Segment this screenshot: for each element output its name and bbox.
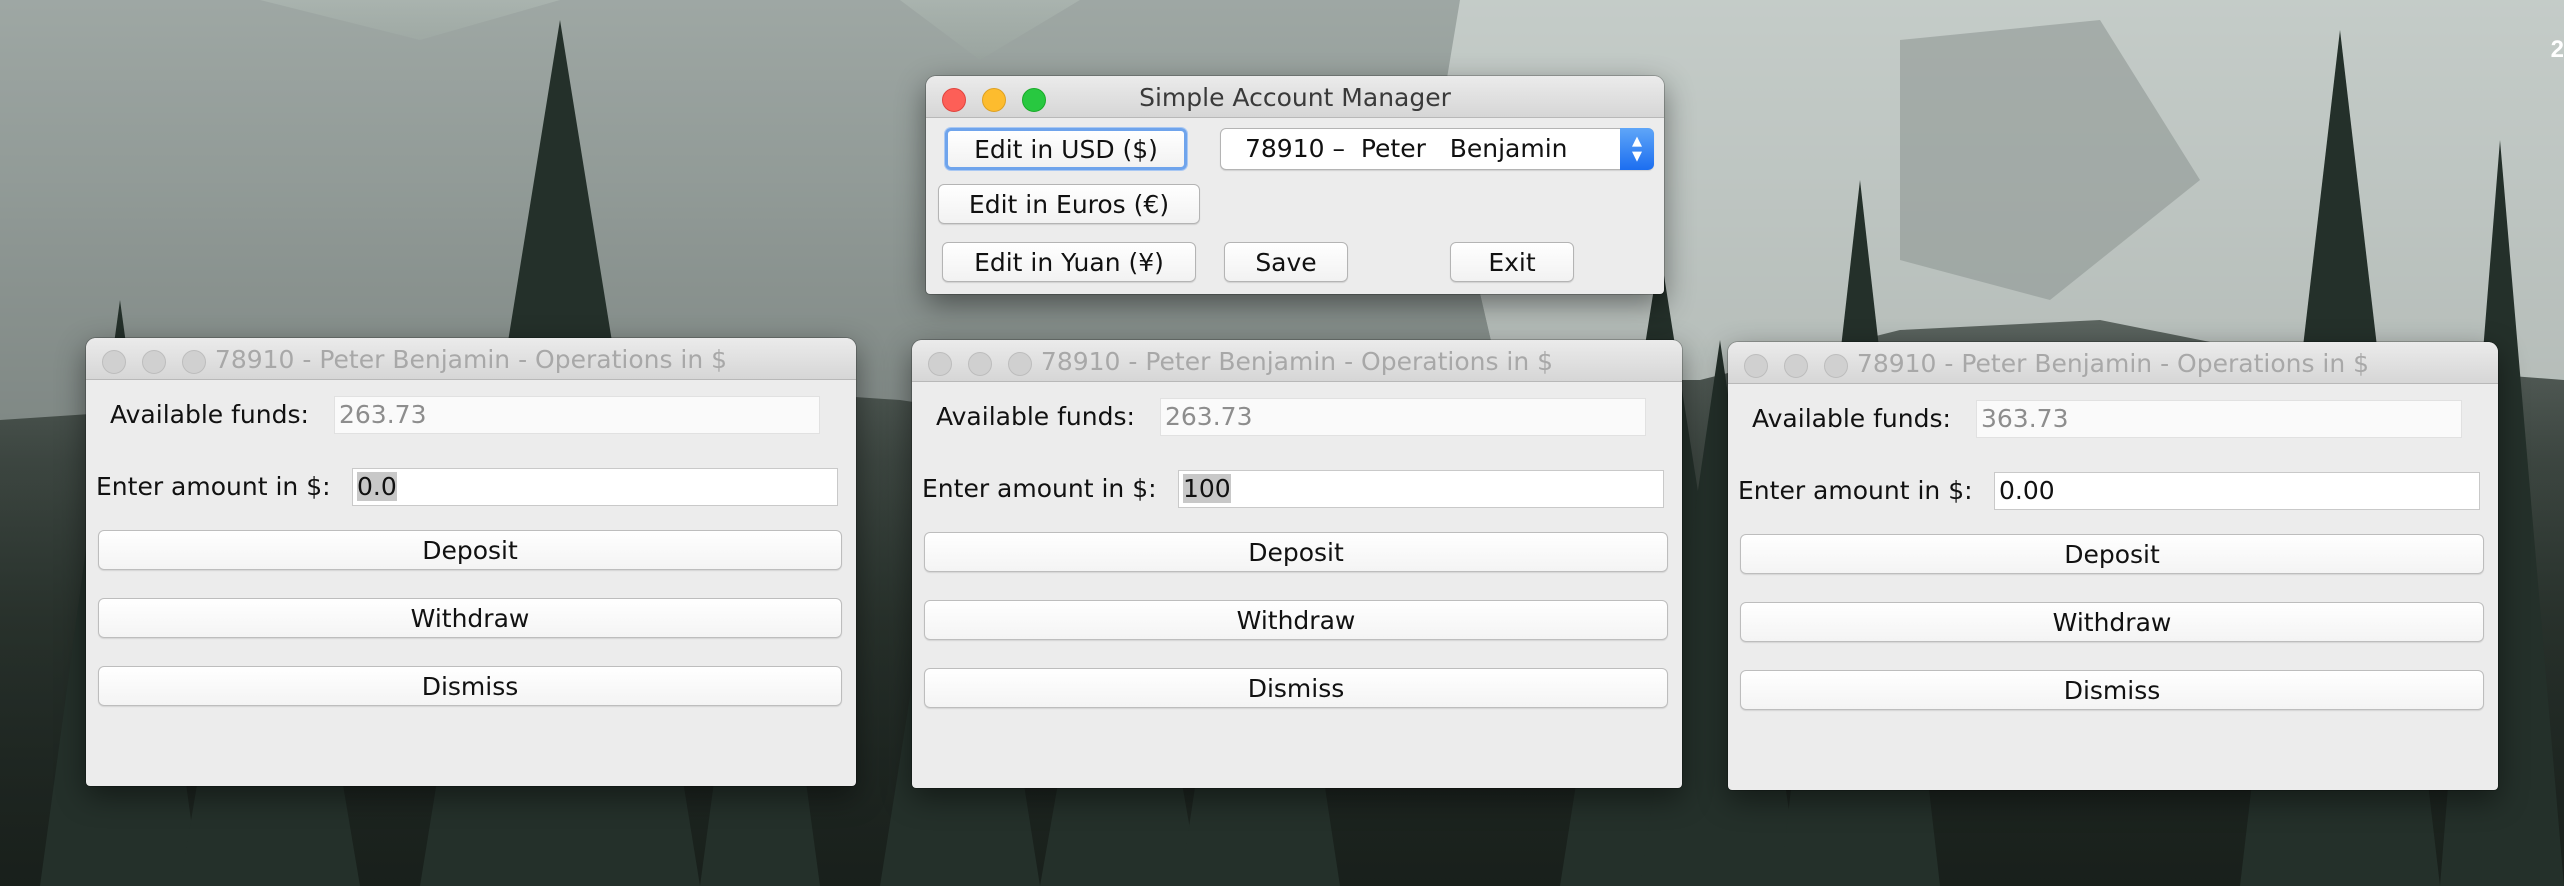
dismiss-button[interactable]: Dismiss [924,668,1668,708]
exit-button[interactable]: Exit [1450,242,1574,282]
window-title: 78910 - Peter Benjamin - Operations in $ [1856,349,2370,378]
amount-input[interactable]: 0.0 [352,468,838,506]
account-select-value: 78910 – Peter Benjamin [1245,134,1568,163]
amount-input-value: 0.0 [357,472,397,501]
titlebar: 78910 - Peter Benjamin - Operations in $ [1728,342,2498,384]
deposit-button[interactable]: Deposit [98,530,842,570]
window-title: 78910 - Peter Benjamin - Operations in $ [1040,347,1554,376]
operations-window-3: 78910 - Peter Benjamin - Operations in $… [1728,342,2498,790]
available-funds-label: Available funds: [936,402,1135,431]
operations-window-2: 78910 - Peter Benjamin - Operations in $… [912,340,1682,788]
amount-label: Enter amount in $: [922,474,1157,503]
menubar-clock-fragment: 2 [2550,36,2564,63]
available-funds-label: Available funds: [1752,404,1951,433]
window-title: 78910 - Peter Benjamin - Operations in $ [214,345,728,374]
operations-window-1: 78910 - Peter Benjamin - Operations in $… [86,338,856,786]
withdraw-button[interactable]: Withdraw [924,600,1668,640]
available-funds-label: Available funds: [110,400,309,429]
titlebar: 78910 - Peter Benjamin - Operations in $ [86,338,856,380]
account-select[interactable]: 78910 – Peter Benjamin ▲ ▼ [1220,128,1654,170]
amount-label: Enter amount in $: [1738,476,1973,505]
edit-yuan-button[interactable]: Edit in Yuan (¥) [942,242,1196,282]
edit-euros-button[interactable]: Edit in Euros (€) [938,184,1200,224]
chevron-updown-icon[interactable]: ▲ ▼ [1620,128,1654,170]
amount-input[interactable]: 100 [1178,470,1664,508]
available-funds-field: 363.73 [1976,400,2462,438]
window-title: Simple Account Manager [1139,83,1451,112]
dismiss-button[interactable]: Dismiss [98,666,842,706]
deposit-button[interactable]: Deposit [1740,534,2484,574]
account-manager-window: Simple Account Manager Edit in USD ($) 7… [926,76,1664,294]
titlebar: 78910 - Peter Benjamin - Operations in $ [912,340,1682,382]
withdraw-button[interactable]: Withdraw [98,598,842,638]
amount-input-value: 100 [1183,474,1231,503]
amount-label: Enter amount in $: [96,472,331,501]
available-funds-field: 263.73 [1160,398,1646,436]
withdraw-button[interactable]: Withdraw [1740,602,2484,642]
save-button[interactable]: Save [1224,242,1348,282]
available-funds-field: 263.73 [334,396,820,434]
edit-usd-button[interactable]: Edit in USD ($) [945,128,1187,170]
titlebar: Simple Account Manager [926,76,1664,118]
amount-input[interactable]: 0.00 [1994,472,2480,510]
deposit-button[interactable]: Deposit [924,532,1668,572]
dismiss-button[interactable]: Dismiss [1740,670,2484,710]
